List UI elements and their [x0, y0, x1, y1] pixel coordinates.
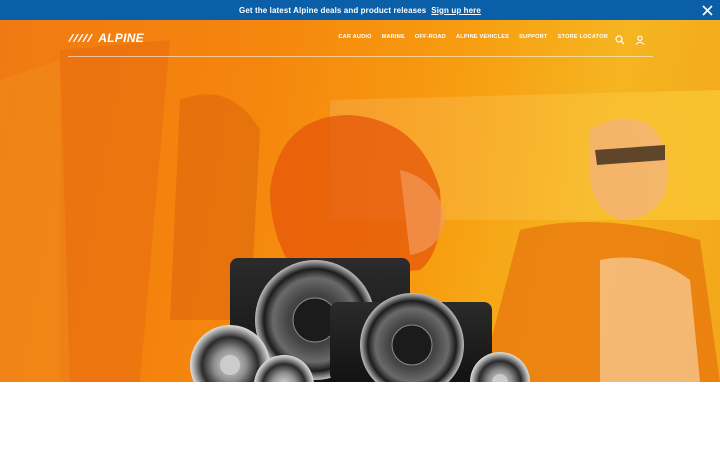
nav-store-locator[interactable]: STORE LOCATOR	[558, 34, 608, 40]
hero-banner: ALPINE CAR AUDIO MARINE OFF-ROAD ALPINE …	[0, 20, 720, 382]
main-nav: CAR AUDIO MARINE OFF-ROAD ALPINE VEHICLE…	[338, 34, 608, 40]
promo-banner: Get the latest Alpine deals and product …	[0, 0, 720, 20]
nav-alpine-vehicles[interactable]: ALPINE VEHICLES	[456, 34, 509, 40]
nav-support[interactable]: SUPPORT	[519, 34, 547, 40]
site-header: ALPINE CAR AUDIO MARINE OFF-ROAD ALPINE …	[68, 20, 653, 57]
user-icon[interactable]	[635, 32, 645, 45]
search-icon[interactable]	[615, 32, 625, 45]
signup-link[interactable]: Sign up here	[431, 6, 481, 15]
hero-image	[0, 40, 720, 382]
close-icon[interactable]	[700, 3, 714, 17]
alpine-logo[interactable]: ALPINE	[68, 31, 144, 45]
logo-stripes-icon	[68, 34, 94, 42]
promo-text: Get the latest Alpine deals and product …	[239, 5, 427, 15]
nav-icons	[615, 32, 645, 45]
content-area	[0, 382, 720, 450]
nav-marine[interactable]: MARINE	[382, 34, 405, 40]
logo-text: ALPINE	[98, 31, 144, 45]
nav-off-road[interactable]: OFF-ROAD	[415, 34, 446, 40]
nav-car-audio[interactable]: CAR AUDIO	[338, 34, 371, 40]
